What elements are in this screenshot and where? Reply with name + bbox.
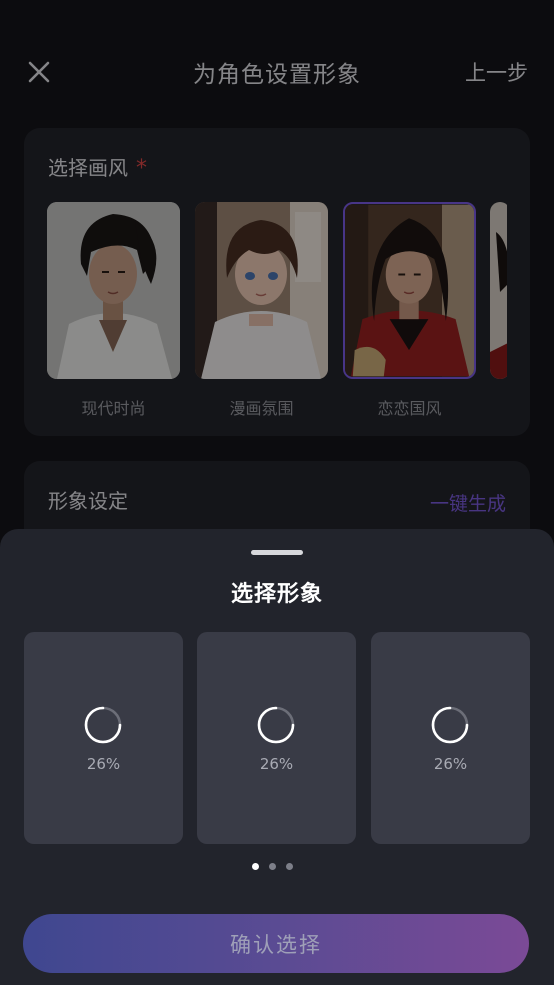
loading-spinner-icon [84,706,122,744]
sheet-title: 选择形象 [230,582,323,607]
appearance-option[interactable]: 26% [371,632,530,844]
page-dot-active [252,863,259,870]
page-indicator [252,863,302,871]
loading-spinner-icon [431,706,469,744]
appearance-option[interactable]: 26% [24,632,183,844]
select-appearance-sheet: 选择形象 26% 26% 26% 确认选择 [0,529,554,985]
page-dot [286,863,293,870]
loading-spinner-icon [257,706,295,744]
appearance-option[interactable]: 26% [197,632,356,844]
page-dot [269,863,276,870]
progress-text: 26% [433,755,468,773]
confirm-selection-button[interactable]: 确认选择 [23,914,529,973]
sheet-drag-handle[interactable] [251,550,303,555]
progress-text: 26% [86,755,121,773]
progress-text: 26% [259,755,294,773]
